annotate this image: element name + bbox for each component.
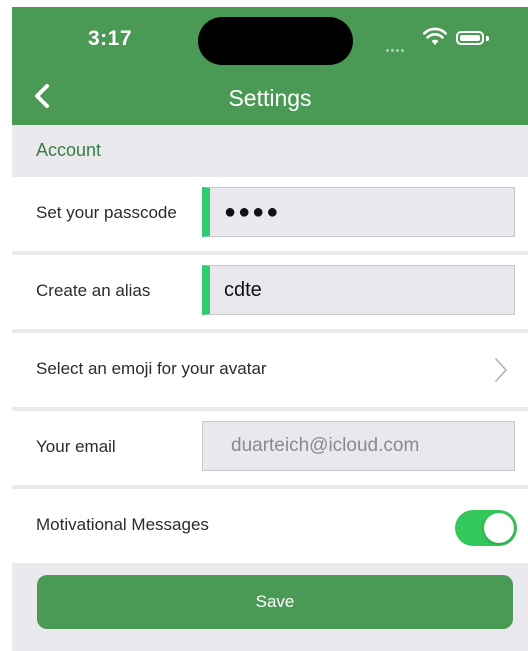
motivational-toggle[interactable] xyxy=(455,510,517,546)
alias-input[interactable]: cdte xyxy=(202,265,515,315)
settings-screen: 3:17 Settings Account Set your passcode xyxy=(12,7,528,651)
dynamic-island xyxy=(198,17,353,65)
emoji-label: Select an emoji for your avatar xyxy=(36,359,267,378)
battery-icon xyxy=(456,31,484,45)
emoji-avatar-row[interactable]: Select an emoji for your avatar xyxy=(12,333,528,407)
nav-header: 3:17 Settings xyxy=(12,7,528,125)
passcode-row: Set your passcode ●●●● xyxy=(12,177,528,251)
alias-row: Create an alias cdte xyxy=(12,255,528,329)
alias-label: Create an alias xyxy=(36,281,151,300)
passcode-input[interactable]: ●●●● xyxy=(202,187,515,237)
toggle-knob xyxy=(484,513,514,543)
wifi-icon xyxy=(423,27,447,45)
status-time: 3:17 xyxy=(88,27,133,50)
section-title: Account xyxy=(36,140,102,160)
section-header-account: Account xyxy=(12,125,528,177)
battery-cap xyxy=(486,36,489,41)
save-button[interactable]: Save xyxy=(37,575,513,629)
email-row: Your email duarteich@icloud.com xyxy=(12,411,528,485)
chevron-right-icon xyxy=(495,358,507,382)
email-label: Your email xyxy=(36,437,116,456)
motivational-label: Motivational Messages xyxy=(36,515,209,534)
email-field[interactable]: duarteich@icloud.com xyxy=(202,421,515,471)
status-icons xyxy=(386,25,496,53)
passcode-label: Set your passcode xyxy=(36,203,177,222)
motivational-messages-row: Motivational Messages xyxy=(12,489,528,563)
page-title: Settings xyxy=(228,85,312,111)
cellular-signal-icon xyxy=(386,39,412,52)
